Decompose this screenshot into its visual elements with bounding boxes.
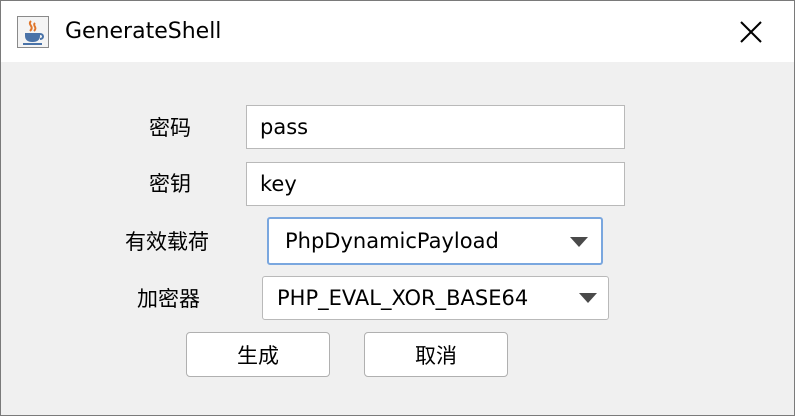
generate-button[interactable]: 生成 [186,332,330,377]
close-button[interactable] [723,7,779,57]
key-field[interactable] [246,162,625,206]
title-bar[interactable]: GenerateShell [1,1,794,62]
password-field[interactable] [246,105,625,149]
encryptor-select[interactable]: PHP_EVAL_XOR_BASE64 [262,276,609,320]
window-title: GenerateShell [65,19,222,44]
payload-label: 有效载荷 [125,230,209,254]
close-icon [740,21,762,43]
encryptor-selected-value: PHP_EVAL_XOR_BASE64 [277,286,529,310]
key-label: 密钥 [149,172,191,196]
payload-selected-value: PhpDynamicPayload [285,229,499,253]
chevron-down-icon [579,293,597,303]
password-label: 密码 [149,116,191,140]
encryptor-label: 加密器 [137,287,200,311]
generate-shell-dialog: GenerateShell 密码 密钥 有效载荷 PhpDynamicPaylo… [0,0,795,416]
chevron-down-icon [570,237,588,247]
java-coffee-icon [17,16,49,48]
payload-select[interactable]: PhpDynamicPayload [267,217,603,265]
cancel-button[interactable]: 取消 [364,332,508,377]
